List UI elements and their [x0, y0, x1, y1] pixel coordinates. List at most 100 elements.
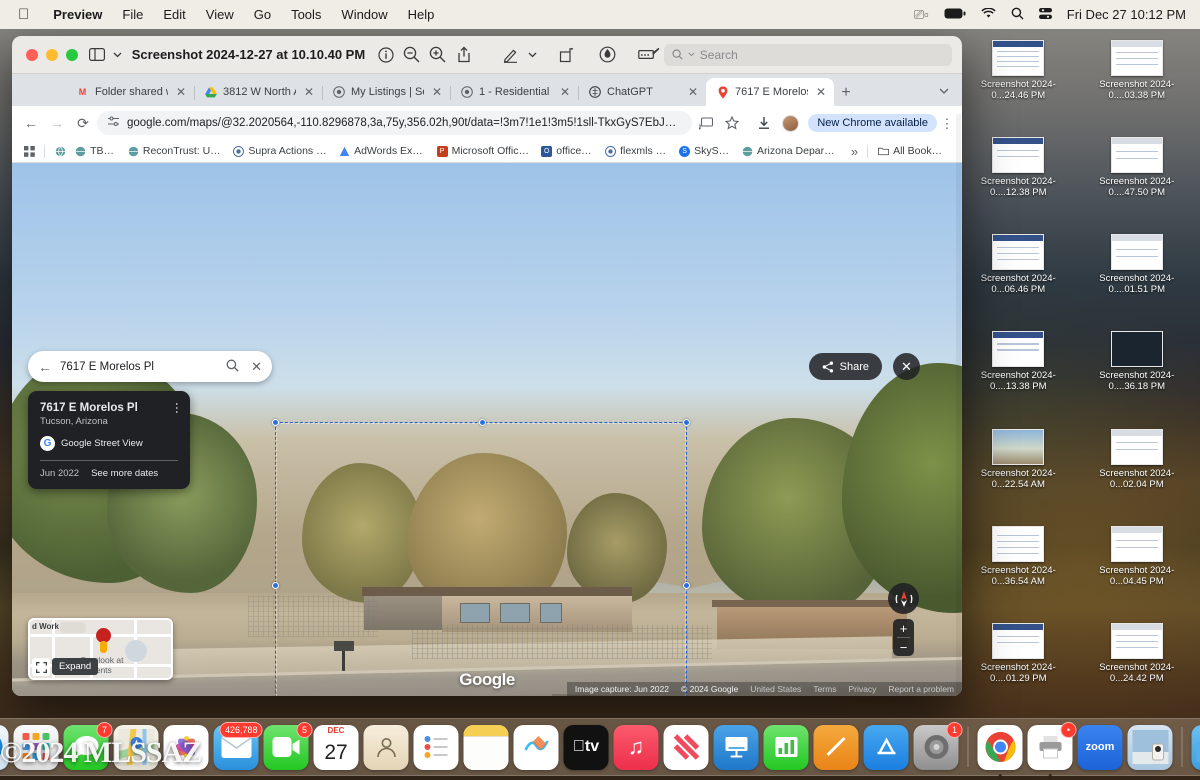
desktop-file[interactable]: Screenshot 2024-0...06.46 PM: [961, 234, 1076, 325]
resize-handle-middle-left[interactable]: [272, 582, 279, 589]
bookmark-recontrust[interactable]: ReconTrust: Upco...: [124, 143, 227, 159]
crop-icon[interactable]: [634, 43, 664, 67]
close-icon[interactable]: ✕: [251, 359, 262, 375]
bookmarks-overflow-button[interactable]: »: [847, 142, 861, 161]
close-icon[interactable]: ✕: [302, 85, 316, 99]
menu-item-help[interactable]: Help: [398, 7, 445, 22]
dock-item-music[interactable]: ♫: [613, 724, 659, 770]
dock-item-chrome[interactable]: [977, 724, 1023, 778]
menu-item-preview[interactable]: Preview: [43, 7, 112, 22]
share-button[interactable]: Share: [808, 353, 882, 380]
bookmark-tblaw[interactable]: TBLaw: [71, 143, 121, 159]
screenshot-selection-marquee[interactable]: [272, 419, 690, 696]
maps-search-input-value[interactable]: 7617 E Morelos Pl: [60, 361, 218, 373]
desktop-file[interactable]: Screenshot 2024-0...02.04 PM: [1080, 428, 1195, 520]
dock-item-mail[interactable]: 426,788: [213, 721, 263, 770]
dock-item-facetime[interactable]: 5: [263, 721, 313, 770]
bookmark-skyslope[interactable]: S SkySlope: [675, 143, 735, 159]
downloads-icon[interactable]: [752, 111, 776, 135]
address-bar[interactable]: google.com/maps/@32.2020564,-110.8296878…: [97, 111, 693, 135]
desktop-file[interactable]: Screenshot 2024-0....12.38 PM: [961, 137, 1076, 228]
desktop-file[interactable]: Screenshot 2024-0...24.42 PM: [1080, 622, 1195, 714]
zoom-out-button[interactable]: −: [893, 638, 914, 656]
tab-7617-e-morelos-pl[interactable]: 7617 E Morelos Pl - Goog ✕: [706, 78, 834, 106]
markup-pen-icon[interactable]: [499, 43, 525, 67]
chevron-down-icon[interactable]: [524, 43, 540, 67]
maps-search-box[interactable]: ← 7617 E Morelos Pl ✕: [28, 351, 272, 382]
forward-arrow-icon[interactable]: →: [45, 111, 69, 135]
share-icon[interactable]: [451, 43, 477, 67]
menu-item-edit[interactable]: Edit: [153, 7, 195, 22]
desktop-file[interactable]: Screenshot 2024-0...22.54 AM: [961, 428, 1076, 520]
desktop-file[interactable]: Screenshot 2024-0....01.29 PM: [961, 622, 1076, 714]
cast-icon[interactable]: [694, 111, 718, 135]
see-more-dates-link[interactable]: See more dates: [91, 468, 158, 479]
region-link[interactable]: United States: [750, 684, 801, 694]
apple-logo-icon[interactable]: : [0, 7, 43, 22]
desktop-file[interactable]: Screenshot 2024-0...24.46 PM: [961, 40, 1076, 131]
display-mirror-icon[interactable]: ⎚▫: [914, 7, 929, 23]
search-icon[interactable]: [226, 359, 239, 375]
close-icon[interactable]: ✕: [814, 85, 828, 99]
info-circle-icon[interactable]: [373, 43, 399, 67]
chevron-down-icon[interactable]: [110, 43, 126, 67]
dock-item-contacts[interactable]: [363, 724, 409, 770]
close-icon[interactable]: ✕: [686, 85, 700, 99]
dock-item-system-settings[interactable]: 1: [913, 721, 963, 770]
maximize-window-button[interactable]: [66, 48, 78, 61]
dock-item-zoom[interactable]: zoom: [1077, 724, 1123, 770]
rotate-icon[interactable]: [554, 43, 580, 67]
control-center-icon[interactable]: [1038, 7, 1052, 23]
tab-residential-enhanced[interactable]: 1 - Residential Enhanced ✕: [450, 78, 579, 106]
privacy-link[interactable]: Privacy: [848, 684, 876, 694]
resize-handle-top-center[interactable]: [479, 419, 486, 426]
bookmark-apps-grid[interactable]: [20, 144, 38, 159]
reload-icon[interactable]: ⟳: [71, 111, 95, 135]
resize-handle-middle-right[interactable]: [683, 582, 690, 589]
back-arrow-icon[interactable]: ←: [38, 359, 52, 375]
dock-item-downloads-folder[interactable]: [1191, 724, 1200, 770]
dock-item-printer[interactable]: •: [1027, 721, 1077, 778]
menu-item-tools[interactable]: Tools: [281, 7, 331, 22]
bookmark-supra-actions[interactable]: Supra Actions | fle...: [229, 143, 332, 159]
annotate-icon[interactable]: [594, 43, 620, 67]
menu-item-go[interactable]: Go: [244, 7, 281, 22]
tab-search-chevron-icon[interactable]: [932, 79, 956, 103]
bookmark-microsoft-office[interactable]: P Microsoft Office H...: [433, 143, 535, 159]
tab-folder-shared[interactable]: M Folder shared with you: ✕: [66, 78, 195, 106]
desktop-file[interactable]: Screenshot 2024-0....01.51 PM: [1080, 234, 1195, 325]
battery-icon[interactable]: [944, 7, 966, 22]
desktop-file[interactable]: Screenshot 2024-0....03.38 PM: [1080, 40, 1195, 131]
menu-item-view[interactable]: View: [196, 7, 244, 22]
bookmark-arizona-department[interactable]: Arizona Departme...: [738, 143, 841, 159]
sidebar-icon[interactable]: [84, 43, 110, 67]
desktop-file[interactable]: Screenshot 2024-0....13.38 PM: [961, 331, 1076, 422]
preview-image-canvas[interactable]: M Folder shared with you: ✕ 3812 W North…: [12, 74, 962, 696]
menu-item-file[interactable]: File: [112, 7, 153, 22]
preview-scrollbar[interactable]: [956, 114, 961, 694]
menubar-clock[interactable]: Fri Dec 27 10:12 PM: [1067, 7, 1186, 22]
terms-link[interactable]: Terms: [813, 684, 836, 694]
site-settings-icon[interactable]: [107, 115, 120, 131]
dock-item-pages[interactable]: [813, 724, 859, 770]
zoom-in-icon[interactable]: [425, 43, 451, 67]
desktop-file[interactable]: Screenshot 2024-0...04.45 PM: [1080, 525, 1195, 617]
resize-handle-top-left[interactable]: [272, 419, 279, 426]
expand-minimap-button[interactable]: [32, 658, 50, 676]
preview-search-field[interactable]: Search: [663, 43, 953, 66]
dock-item-news[interactable]: [663, 724, 709, 770]
all-bookmarks-button[interactable]: All Bookmarks: [874, 143, 954, 159]
spotlight-search-icon[interactable]: [1011, 7, 1024, 23]
close-window-button[interactable]: [26, 48, 38, 61]
resize-handle-top-right[interactable]: [683, 419, 690, 426]
minimize-window-button[interactable]: [46, 48, 58, 61]
new-tab-button[interactable]: +: [834, 80, 858, 106]
dock-item-numbers[interactable]: [763, 724, 809, 770]
compass-icon[interactable]: [888, 583, 919, 614]
close-icon[interactable]: ✕: [558, 85, 572, 99]
close-icon[interactable]: ✕: [174, 85, 188, 99]
bookmark-adwords-express[interactable]: AdWords Express: [335, 143, 430, 159]
desktop-file[interactable]: Screenshot 2024-0....47.50 PM: [1080, 137, 1195, 228]
close-icon[interactable]: ✕: [430, 85, 444, 99]
bookmark-star-icon[interactable]: [720, 111, 744, 135]
